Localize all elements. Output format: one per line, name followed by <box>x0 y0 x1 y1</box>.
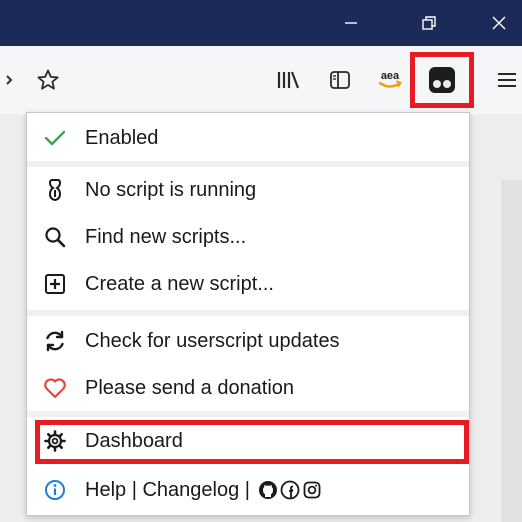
hamburger-menu-icon <box>498 73 516 87</box>
checkmark-icon <box>41 124 69 152</box>
amazon-assistant-button[interactable]: aea <box>370 60 410 100</box>
tampermonkey-popup-menu: Enabled No script is running Find new sc… <box>26 112 470 516</box>
menu-item-help: Help | Changelog | <box>35 467 463 513</box>
menu-item-label: Create a new script... <box>85 272 274 295</box>
library-icon <box>277 71 300 89</box>
browser-toolbar: aea <box>0 46 522 114</box>
overflow-chevron-button[interactable] <box>0 60 20 100</box>
link-separator: | <box>239 478 256 501</box>
menu-item-enabled[interactable]: Enabled <box>35 115 463 161</box>
link-separator: | <box>126 478 143 501</box>
chevron-right-icon <box>6 75 13 85</box>
library-button[interactable] <box>268 60 308 100</box>
heart-icon <box>41 374 69 402</box>
amazon-assistant-label: aea <box>381 70 400 82</box>
menu-item-label: Please send a donation <box>85 376 295 399</box>
close-button[interactable] <box>476 0 522 46</box>
menu-item-no-script: No script is running <box>35 167 463 213</box>
minimize-button[interactable] <box>328 0 374 46</box>
menu-item-label: Check for userscript updates <box>85 329 340 352</box>
amazon-assistant-icon: aea <box>378 70 402 88</box>
menu-item-find-scripts[interactable]: Find new scripts... <box>35 214 463 260</box>
restore-icon <box>422 16 436 30</box>
menu-item-donation[interactable]: Please send a donation <box>35 365 463 411</box>
window-titlebar <box>0 0 522 46</box>
refresh-icon <box>41 327 69 355</box>
instagram-icon[interactable] <box>302 480 322 500</box>
menu-separator <box>27 310 469 316</box>
social-links <box>258 480 324 500</box>
github-icon[interactable] <box>258 480 278 500</box>
menu-item-check-updates[interactable]: Check for userscript updates <box>35 318 463 364</box>
bookmark-star-button[interactable] <box>26 60 70 100</box>
changelog-link[interactable]: Changelog <box>142 479 239 502</box>
info-icon <box>41 476 69 504</box>
help-links: Help | Changelog | <box>85 479 324 502</box>
tampermonkey-extension-button[interactable] <box>410 52 474 108</box>
dashboard-highlight-box <box>35 420 469 464</box>
search-icon <box>41 223 69 251</box>
script-icon <box>41 176 69 204</box>
help-link[interactable]: Help <box>85 479 126 502</box>
menu-item-create-script[interactable]: Create a new script... <box>35 261 463 307</box>
star-icon <box>37 69 59 90</box>
restore-button[interactable] <box>406 0 452 46</box>
page-scrollbar[interactable] <box>502 180 522 522</box>
menu-item-label: No script is running <box>85 178 257 201</box>
facebook-icon[interactable] <box>280 480 300 500</box>
minimize-icon <box>345 22 357 24</box>
sidebar-icon <box>330 71 350 89</box>
plus-square-icon <box>41 270 69 298</box>
open-menu-button[interactable] <box>490 60 522 100</box>
close-icon <box>492 16 506 30</box>
menu-separator <box>27 411 469 417</box>
sidebar-toggle-button[interactable] <box>320 60 360 100</box>
menu-item-label: Find new scripts... <box>85 225 247 248</box>
menu-item-label: Enabled <box>85 126 159 149</box>
tampermonkey-icon <box>429 67 455 93</box>
